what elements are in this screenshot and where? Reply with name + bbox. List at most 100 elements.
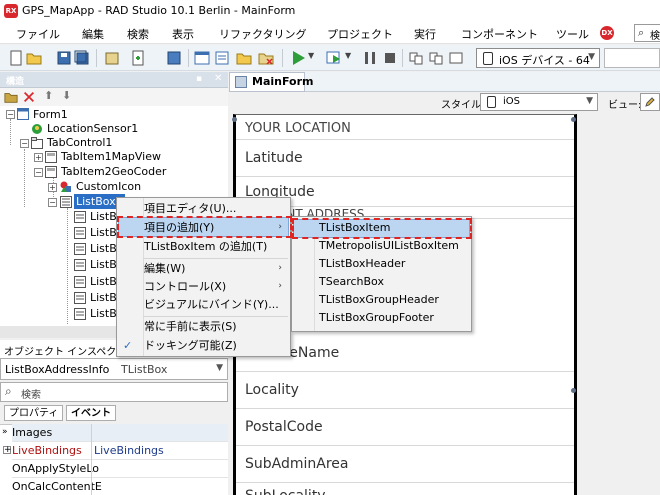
expand-all-icon[interactable] <box>4 90 18 104</box>
open-folder-icon[interactable] <box>26 50 42 66</box>
tree-collapse-tabcontrol1[interactable]: − <box>20 139 29 148</box>
tabcontrol-icon <box>31 137 43 149</box>
add-folder-icon[interactable] <box>236 50 252 66</box>
target-platform-value: iOS デバイス - 64 <box>499 54 590 67</box>
help-badge-icon[interactable]: DX <box>600 26 614 40</box>
property-row[interactable]: LiveBindings LiveBindings <box>12 442 228 460</box>
run-to-cursor-icon[interactable] <box>448 50 464 66</box>
tree-node-listboxitem[interactable]: ListB <box>90 225 117 240</box>
inspector-search-input[interactable]: ⌕ 検索 <box>0 382 228 402</box>
listbox-item-locality[interactable]: Locality <box>236 372 574 409</box>
selection-handle[interactable] <box>571 388 576 393</box>
menu-item-stay-on-top[interactable]: 常に手前に表示(S) <box>117 317 290 336</box>
listbox-item-sublocality[interactable]: SubLocality <box>236 483 574 495</box>
menu-tools[interactable]: ツール <box>556 26 589 42</box>
menu-project[interactable]: プロジェクト <box>327 26 393 42</box>
stop-icon[interactable] <box>382 50 398 66</box>
collapse-all-icon[interactable]: » <box>2 427 8 437</box>
phone-icon <box>487 96 496 108</box>
unit-icon[interactable] <box>214 50 230 66</box>
view-label: ビュー: <box>608 100 642 111</box>
save-icon[interactable] <box>56 50 72 66</box>
save-all-icon[interactable] <box>74 50 90 66</box>
tree-node-tabitem1mapview[interactable]: TabItem1MapView <box>61 149 161 164</box>
pin-icon[interactable]: ▪ <box>196 74 202 84</box>
menu-item-label: ビジュアルにバインド(Y)... <box>144 298 279 311</box>
property-row[interactable]: OnApplyStyleLo <box>12 460 228 478</box>
delete-node-icon[interactable] <box>22 90 36 104</box>
menu-item-bind-visually[interactable]: ビジュアルにバインド(Y)... <box>117 295 290 314</box>
menu-item-control[interactable]: コントロール(X) › <box>117 277 290 296</box>
view-select[interactable] <box>640 93 660 111</box>
new-file-icon[interactable] <box>8 50 24 66</box>
menu-item-add-listboxitem[interactable]: TListBoxItem の追加(T) <box>117 237 290 256</box>
menu-item-edit[interactable]: 編集(W) › <box>117 259 290 278</box>
menu-refactor[interactable]: リファクタリング <box>219 26 307 42</box>
save-project-icon[interactable] <box>166 50 182 66</box>
listbox-group-header[interactable]: YOUR LOCATION <box>236 118 574 140</box>
tree-node-tabitem2geocoder[interactable]: TabItem2GeoCoder <box>61 164 166 179</box>
open-project-icon[interactable] <box>104 50 120 66</box>
tree-collapse-listbox[interactable]: − <box>48 198 57 207</box>
tree-node-listboxitem[interactable]: ListB <box>90 290 117 305</box>
tree-node-listboxitem[interactable]: ListB <box>90 209 117 224</box>
run-icon[interactable] <box>290 50 306 66</box>
pause-icon[interactable] <box>362 50 378 66</box>
submenu-item-tmetropolisuilistboxitem[interactable]: TMetropolisUIListBoxItem <box>292 237 471 255</box>
tree-node-locationsensor1[interactable]: LocationSensor1 <box>47 121 138 136</box>
menu-item-label: 編集(W) <box>144 262 186 275</box>
menu-component[interactable]: コンポーネント <box>461 26 538 42</box>
style-select[interactable]: iOS ▼ <box>480 93 598 111</box>
property-row[interactable]: Images <box>12 424 228 442</box>
tree-node-tabcontrol1[interactable]: TabControl1 <box>47 135 112 150</box>
tree-expand-customicon[interactable]: + <box>48 183 57 192</box>
target-platform-select[interactable]: iOS デバイス - 64 ▼ <box>476 48 600 68</box>
tree-collapse-tabitem2[interactable]: − <box>34 168 43 177</box>
ide-search-label: 検 <box>650 31 660 42</box>
submenu-item-tlistboxgroupfooter[interactable]: TListBoxGroupFooter <box>292 309 471 327</box>
close-panel-icon[interactable]: ✕ <box>214 73 222 84</box>
form-icon[interactable] <box>194 50 210 66</box>
toolbar-search-input[interactable] <box>604 48 660 68</box>
object-selector[interactable]: ListBoxAddressInfo TListBox ▼ <box>0 358 228 380</box>
tree-node-listboxitem[interactable]: ListB <box>90 241 117 256</box>
tree-node-listboxitem[interactable]: ListB <box>90 306 117 321</box>
submenu-item-tsearchbox[interactable]: TSearchBox <box>292 273 471 291</box>
menu-run[interactable]: 実行 <box>414 26 436 42</box>
run-dropdown-icon[interactable]: ▼ <box>308 51 314 60</box>
property-row[interactable]: OnCalcContentE <box>12 478 228 495</box>
selection-handle[interactable] <box>571 117 576 122</box>
tree-node-listboxitem[interactable]: ListB <box>90 274 117 289</box>
selected-object-name: ListBoxAddressInfo <box>5 363 110 376</box>
listbox-item-subadminarea[interactable]: SubAdminArea <box>236 446 574 483</box>
tree-node-customicon[interactable]: CustomIcon <box>76 179 141 194</box>
tree-node-form1[interactable]: Form1 <box>33 107 68 122</box>
listbox-item-postalcode[interactable]: PostalCode <box>236 409 574 446</box>
expand-property-icon[interactable]: + <box>3 446 12 455</box>
run-without-debug-icon[interactable] <box>326 50 342 66</box>
listbox-icon <box>60 196 72 208</box>
listbox-item-latitude[interactable]: Latitude <box>236 140 574 177</box>
tab-events[interactable]: イベント <box>66 405 116 421</box>
remove-icon[interactable] <box>258 50 274 66</box>
submenu-item-tlistboxgroupheader[interactable]: TListBoxGroupHeader <box>292 291 471 309</box>
tab-mainform[interactable]: MainForm <box>229 72 313 92</box>
tab-properties[interactable]: プロパティ <box>4 405 64 421</box>
move-up-icon[interactable]: ⬆ <box>44 89 53 102</box>
menu-file[interactable]: ファイル <box>16 26 60 42</box>
trace-into-icon[interactable] <box>428 50 444 66</box>
submenu-item-tlistboxheader[interactable]: TListBoxHeader <box>292 255 471 273</box>
run-options-dropdown-icon[interactable]: ▼ <box>345 51 351 60</box>
menu-search[interactable]: 検索 <box>127 26 149 42</box>
move-down-icon[interactable]: ⬇ <box>62 89 71 102</box>
step-over-icon[interactable] <box>408 50 424 66</box>
menu-view[interactable]: 表示 <box>172 26 194 42</box>
menu-item-dockable[interactable]: ドッキング可能(Z) <box>117 336 290 355</box>
selection-handle[interactable] <box>232 117 237 122</box>
menu-edit[interactable]: 編集 <box>82 26 104 42</box>
tree-expand-tabitem1[interactable]: + <box>34 153 43 162</box>
tree-collapse-form1[interactable]: − <box>6 110 15 119</box>
add-file-icon[interactable] <box>130 50 146 66</box>
ide-search-box[interactable]: ⌕ 検 <box>634 24 660 42</box>
tree-node-listboxitem[interactable]: ListB <box>90 257 117 272</box>
